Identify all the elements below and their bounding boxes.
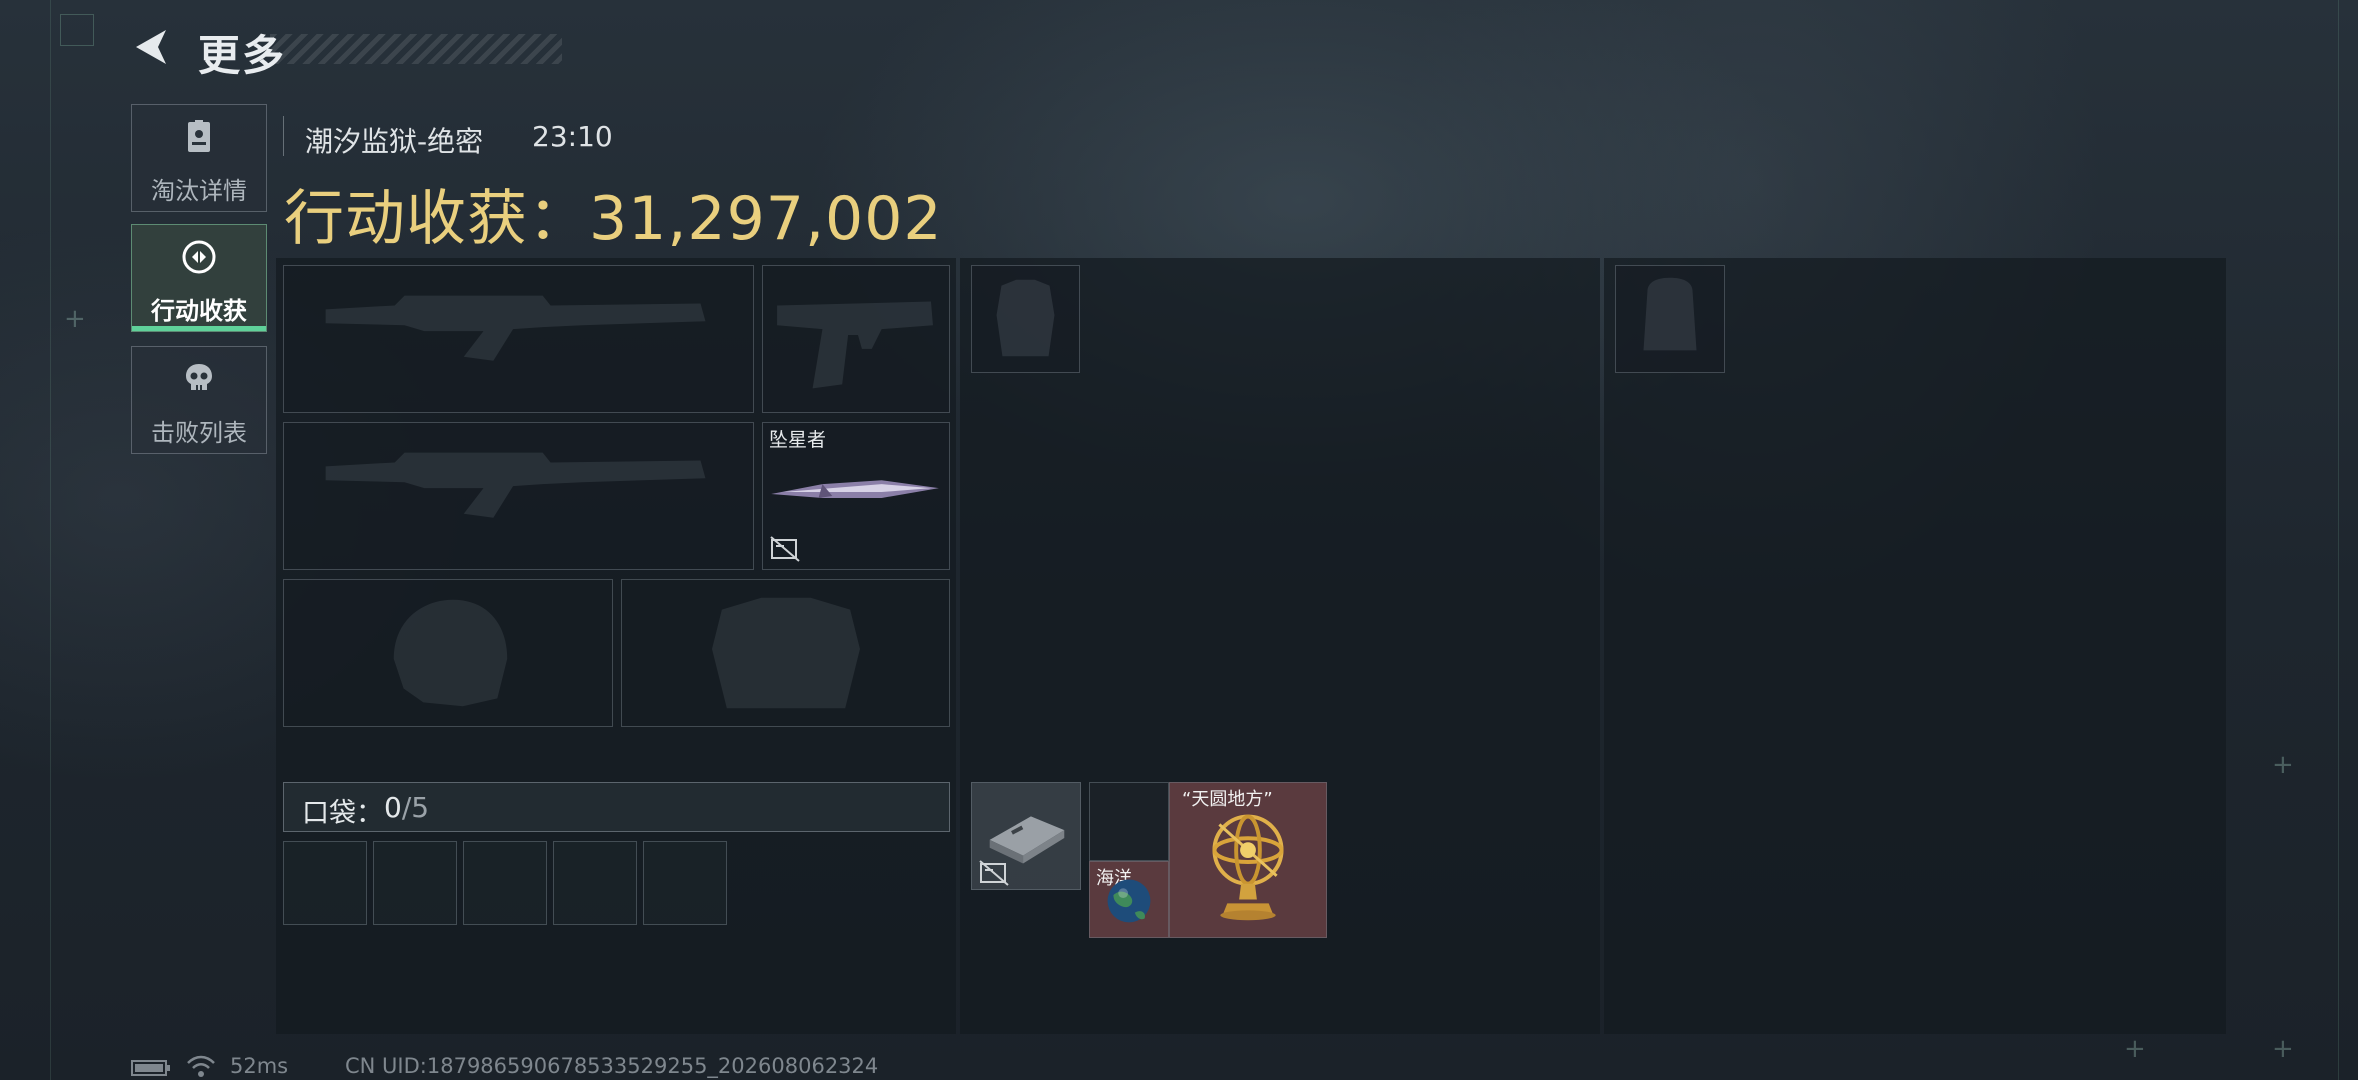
pocket-count: 0/5 — [384, 791, 429, 824]
gains-label: 行动收获： — [284, 184, 589, 254]
tab-operation-gains[interactable]: 行动收获 — [131, 224, 267, 332]
pocket-total: /5 — [401, 791, 430, 824]
sidearm-slot[interactable] — [762, 265, 950, 413]
hud-plus: + — [2124, 1034, 2146, 1064]
divider — [283, 116, 284, 156]
primary-weapon-slot[interactable] — [283, 265, 754, 413]
not-insured-icon — [770, 536, 800, 562]
chest-rig-slot[interactable] — [971, 265, 1080, 373]
user-uid: CN UID:187986590678533529255_20260806232… — [345, 1054, 879, 1078]
pocket-slot[interactable] — [373, 841, 457, 925]
pistol-placeholder-icon — [777, 301, 933, 389]
tab-elimination-details[interactable]: 淘汰详情 — [131, 104, 267, 212]
backpack-panel — [1604, 258, 2226, 1034]
armor-placeholder-icon — [712, 597, 860, 709]
loot-icon — [182, 240, 216, 274]
melee-slot[interactable]: 坠星者 — [762, 422, 950, 570]
back-arrow-icon[interactable] — [130, 26, 172, 68]
skull-icon — [186, 364, 212, 390]
backpack-placeholder-icon — [1643, 277, 1697, 351]
helmet-slot[interactable] — [283, 579, 613, 727]
tab-label: 击败列表 — [151, 419, 247, 447]
hud-line — [2338, 0, 2339, 1080]
pocket-header: 口袋： 0/5 — [283, 782, 950, 832]
item-ocean-globe[interactable]: 海洋 — [1089, 861, 1169, 938]
pocket-slot[interactable] — [643, 841, 727, 925]
item-case[interactable] — [971, 782, 1081, 890]
chest-rig-placeholder-icon — [996, 279, 1055, 357]
tab-defeat-list[interactable]: 击败列表 — [131, 346, 267, 454]
globe-icon — [1107, 879, 1151, 923]
battery-icon — [131, 1060, 170, 1076]
map-name: 潮汐监狱-绝密 — [305, 125, 484, 158]
pocket-used: 0 — [384, 791, 402, 824]
match-duration: 23:10 — [532, 120, 613, 153]
title-decoration — [270, 34, 562, 64]
rifle-placeholder-icon — [325, 295, 706, 361]
page-title: 更多 — [198, 31, 287, 80]
ping-value: 52ms — [230, 1054, 289, 1078]
pocket-slot[interactable] — [553, 841, 637, 925]
rifle-placeholder-icon — [325, 452, 706, 518]
item-armillary-sphere[interactable]: “天圆地方” — [1169, 782, 1327, 938]
pocket-slot[interactable] — [463, 841, 547, 925]
wifi-icon — [187, 1055, 215, 1077]
pocket-label: 口袋： — [302, 798, 383, 829]
operation-gains: 行动收获：31,297,002 — [284, 170, 943, 257]
backpack-slot[interactable] — [1615, 265, 1725, 373]
active-indicator — [132, 326, 266, 331]
helmet-placeholder-icon — [393, 599, 508, 707]
gains-value: 31,297,002 — [589, 184, 943, 254]
id-card-icon — [188, 120, 210, 152]
hud-plus: + — [2272, 750, 2294, 780]
secondary-weapon-slot[interactable] — [283, 422, 754, 570]
tab-label: 行动收获 — [151, 297, 247, 325]
pocket-slot[interactable] — [283, 841, 367, 925]
not-insured-icon — [979, 860, 1009, 886]
hud-plus: + — [2272, 1034, 2294, 1064]
tab-label: 淘汰详情 — [151, 177, 247, 205]
hud-line — [60, 14, 94, 46]
rig-empty-cell[interactable] — [1089, 782, 1169, 861]
hud-line — [50, 0, 51, 1080]
hud-plus: + — [64, 304, 86, 334]
armillary-sphere-icon — [1212, 814, 1284, 921]
body-armor-slot[interactable] — [621, 579, 950, 727]
